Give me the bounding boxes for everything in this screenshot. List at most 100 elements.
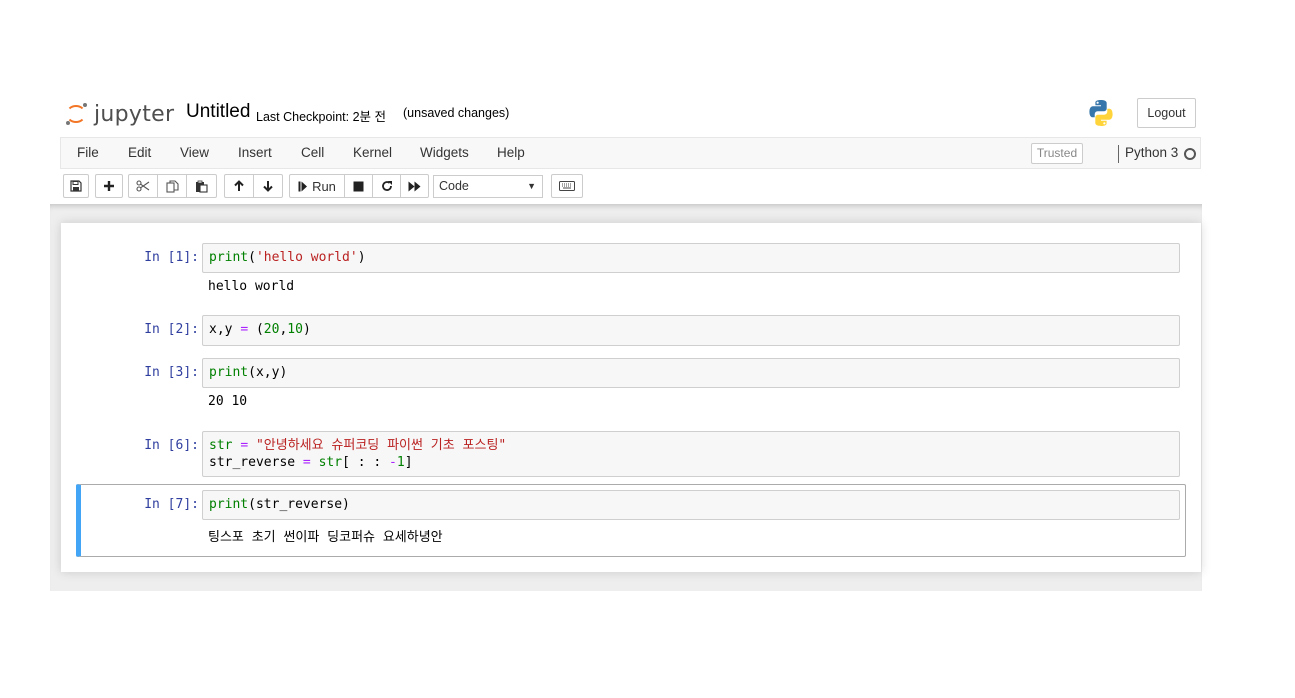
code-input[interactable]: str = "안녕하세요 슈퍼코딩 파이썬 기초 포스팅" str_reverse… <box>202 431 1180 477</box>
code-token: str <box>318 455 343 470</box>
kernel-divider <box>1118 145 1119 163</box>
interrupt-button[interactable] <box>344 174 373 198</box>
restart-icon <box>381 181 392 191</box>
code-input[interactable]: print(x,y) <box>202 358 1180 388</box>
code-token: 20 <box>263 322 280 337</box>
run-icon <box>298 181 308 191</box>
code-input[interactable]: print(str_reverse) <box>202 490 1180 520</box>
code-token: print <box>209 497 249 512</box>
restart-run-all-button[interactable] <box>400 174 429 198</box>
kernel-name[interactable]: Python 3 <box>1125 145 1178 160</box>
copy-button[interactable] <box>157 174 187 198</box>
checkpoint-status: Last Checkpoint: 2분 전 <box>256 110 387 124</box>
code-token: ) <box>302 322 311 337</box>
code-token: ( <box>248 250 256 265</box>
code-token: 10 <box>287 322 303 337</box>
notebook-container: In [1]: print('hello world') hello world… <box>61 223 1201 572</box>
code-token: ] <box>404 455 413 470</box>
code-token: ( <box>248 322 264 337</box>
code-cell-3[interactable]: In [3]: print(x,y) 20 10 <box>76 358 1186 416</box>
cell-output: 팅스포 초기 썬이파 딩코퍼슈 요세하녕안 <box>208 530 443 545</box>
cell-type-value: Code <box>439 179 469 193</box>
python-logo-icon <box>1086 98 1116 128</box>
run-label: Run <box>312 178 336 194</box>
paste-button[interactable] <box>186 174 217 198</box>
jupyter-logo-icon <box>64 101 90 127</box>
save-button[interactable] <box>63 174 89 198</box>
code-token: str_reverse <box>209 455 303 470</box>
trusted-indicator[interactable]: Trusted <box>1031 143 1083 164</box>
code-token: - <box>389 455 397 470</box>
command-palette-button[interactable] <box>551 174 583 198</box>
menu-cell[interactable]: Cell <box>301 145 324 160</box>
code-cell-6[interactable]: In [6]: str = "안녕하세요 슈퍼코딩 파이썬 기초 포스팅" str… <box>76 431 1186 479</box>
cell-output: hello world <box>208 279 295 294</box>
insert-cell-button[interactable] <box>95 174 123 198</box>
code-token: = <box>240 438 249 453</box>
cut-button[interactable] <box>128 174 158 198</box>
menu-edit[interactable]: Edit <box>128 145 151 160</box>
code-cell-7-selected[interactable]: In [7]: print(str_reverse) 팅스포 초기 썬이파 딩코… <box>76 484 1186 557</box>
code-input[interactable]: x,y = (20,10) <box>202 315 1180 346</box>
menu-help[interactable]: Help <box>497 145 525 160</box>
code-token: print <box>209 365 249 380</box>
code-line: x,y = (20,10) <box>209 321 1173 338</box>
code-token: print <box>209 250 249 265</box>
move-down-button[interactable] <box>253 174 283 198</box>
cell-type-select[interactable]: Code ▼ <box>433 175 543 198</box>
cut-icon <box>136 180 150 192</box>
menu-kernel[interactable]: Kernel <box>353 145 392 160</box>
toolbar: Run Code ▼ <box>60 172 1201 202</box>
code-line: str = "안녕하세요 슈퍼코딩 파이썬 기초 포스팅" <box>209 437 1173 454</box>
run-button[interactable]: Run <box>289 174 345 198</box>
input-prompt: In [1]: <box>144 250 199 265</box>
code-line: print('hello world') <box>209 249 1173 266</box>
code-token: (str_reverse) <box>248 497 350 512</box>
code-token: = <box>240 322 249 337</box>
code-cell-2[interactable]: In [2]: x,y = (20,10) <box>76 315 1186 347</box>
logo-text: jupyter <box>94 101 175 127</box>
code-token: (x,y) <box>248 365 288 380</box>
code-token: 1 <box>396 455 405 470</box>
kernel-idle-icon <box>1184 148 1196 160</box>
copy-icon <box>165 179 179 193</box>
arrow-down-icon <box>263 181 273 192</box>
code-token: str <box>209 438 233 453</box>
code-line: str_reverse = str[ : : -1] <box>209 454 1173 471</box>
code-token: x,y <box>209 322 241 337</box>
code-token: "안녕하세요 슈퍼코딩 파이썬 기초 포스팅" <box>255 438 507 453</box>
restart-button[interactable] <box>372 174 401 198</box>
code-token: ) <box>357 250 366 265</box>
menu-insert[interactable]: Insert <box>238 145 272 160</box>
code-cell-1[interactable]: In [1]: print('hello world') hello world <box>76 243 1186 305</box>
menu-file[interactable]: File <box>77 145 99 160</box>
menu-widgets[interactable]: Widgets <box>420 145 469 160</box>
header: jupyter Untitled Last Checkpoint: 2분 전 (… <box>60 92 1201 136</box>
code-token: 'hello world' <box>255 250 358 265</box>
input-prompt: In [6]: <box>144 438 199 453</box>
code-line: print(str_reverse) <box>209 496 1173 513</box>
save-icon <box>70 180 82 192</box>
jupyter-logo[interactable]: jupyter <box>64 98 174 130</box>
code-line: print(x,y) <box>209 364 1173 381</box>
keyboard-icon <box>559 181 575 191</box>
arrow-up-icon <box>234 180 244 191</box>
logout-button[interactable]: Logout <box>1137 98 1196 128</box>
stop-icon <box>353 181 364 191</box>
input-prompt: In [2]: <box>144 322 199 337</box>
plus-icon <box>104 181 114 191</box>
paste-icon <box>196 180 208 193</box>
move-up-button[interactable] <box>224 174 254 198</box>
fast-forward-icon <box>408 181 421 191</box>
code-input[interactable]: print('hello world') <box>202 243 1180 273</box>
dropdown-caret-icon: ▼ <box>527 181 536 191</box>
code-token: = <box>302 455 311 470</box>
menubar: File Edit View Insert Cell Kernel Widget… <box>60 137 1201 169</box>
input-prompt: In [7]: <box>144 497 199 512</box>
input-prompt: In [3]: <box>144 365 199 380</box>
menu-view[interactable]: View <box>180 145 209 160</box>
autosave-status: (unsaved changes) <box>403 106 510 120</box>
notebook-title[interactable]: Untitled <box>186 101 250 123</box>
